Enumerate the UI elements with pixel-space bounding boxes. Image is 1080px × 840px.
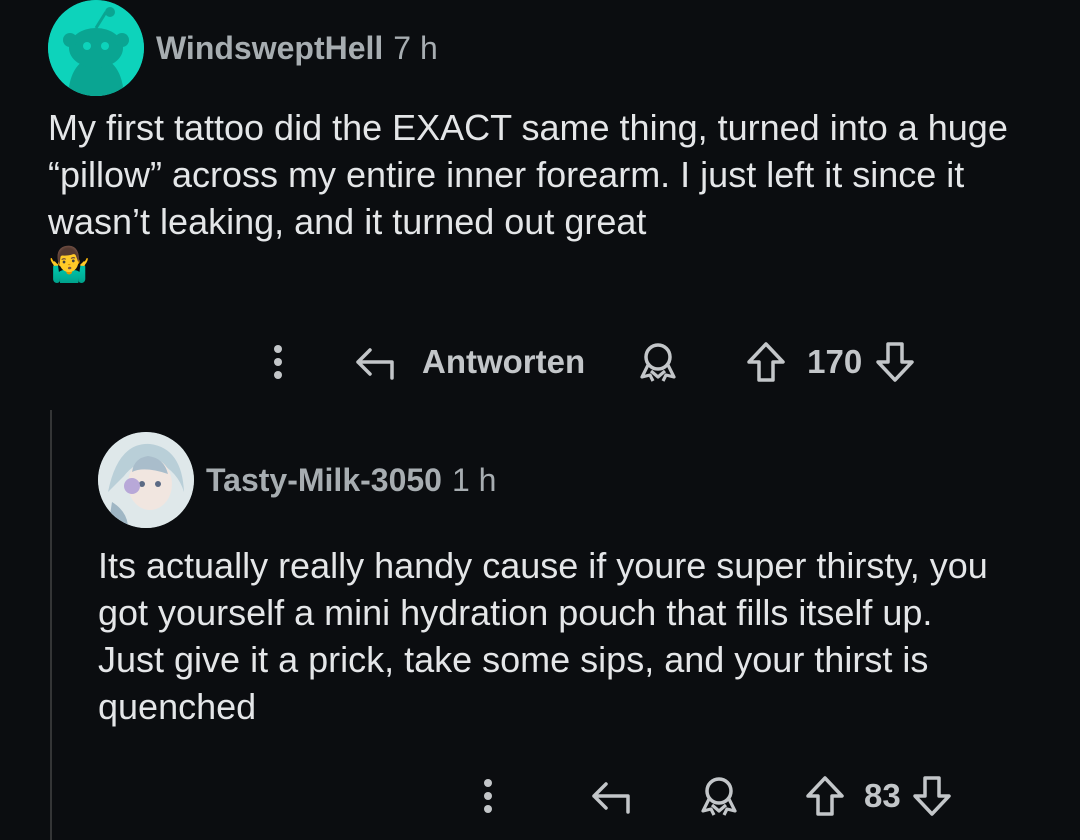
award-icon	[701, 777, 737, 816]
shrug-emoji: 🤷‍♂️	[48, 246, 91, 284]
reply-icon	[356, 348, 394, 380]
comment-body: My first tattoo did the EXACT same thing…	[48, 104, 1038, 285]
reply-icon	[592, 782, 630, 814]
comment-text: My first tattoo did the EXACT same thing…	[48, 107, 1008, 242]
reply-label: Antworten	[422, 343, 586, 380]
more-options-button[interactable]	[270, 342, 286, 382]
more-icon	[274, 345, 282, 379]
comment-actions: 83	[480, 774, 953, 818]
downvote-icon	[912, 776, 951, 816]
username[interactable]: Tasty-Milk-3050	[206, 462, 442, 499]
upvote-button[interactable]	[804, 774, 846, 818]
vote-count: 170	[807, 343, 863, 380]
upvote-button[interactable]	[745, 340, 787, 384]
more-icon	[484, 779, 492, 813]
comment-windswepthell: WindsweptHell 7 h My first tattoo did th…	[48, 0, 1048, 285]
username[interactable]: WindsweptHell	[156, 30, 383, 67]
award-button[interactable]	[635, 341, 681, 383]
avatar[interactable]	[98, 432, 194, 528]
snoo-avatar-icon	[48, 0, 144, 96]
anime-avatar-icon	[98, 432, 194, 528]
more-options-button[interactable]	[480, 776, 496, 816]
reply-button[interactable]: Antworten	[352, 342, 585, 382]
upvote-icon	[806, 776, 844, 816]
timestamp: 7 h	[393, 29, 438, 66]
downvote-icon	[876, 342, 914, 382]
timestamp: 1 h	[451, 461, 497, 498]
reply-button[interactable]	[588, 776, 636, 816]
comment-tasty-milk: Tasty-Milk-3050 1 h Its actually really …	[98, 432, 1038, 730]
comment-body: Its actually really handy cause if youre…	[98, 545, 988, 727]
vote-count: 83	[864, 777, 901, 814]
thread-line[interactable]	[50, 410, 52, 840]
avatar[interactable]	[48, 0, 144, 96]
comment-header: WindsweptHell 7 h	[48, 0, 1048, 96]
award-button[interactable]	[696, 775, 742, 817]
comment-header: Tasty-Milk-3050 1 h	[98, 432, 1038, 528]
award-icon	[640, 343, 676, 382]
upvote-icon	[747, 342, 785, 382]
comment-actions: Antworten 170	[270, 340, 916, 384]
downvote-button[interactable]	[874, 340, 916, 384]
downvote-button[interactable]	[911, 774, 953, 818]
